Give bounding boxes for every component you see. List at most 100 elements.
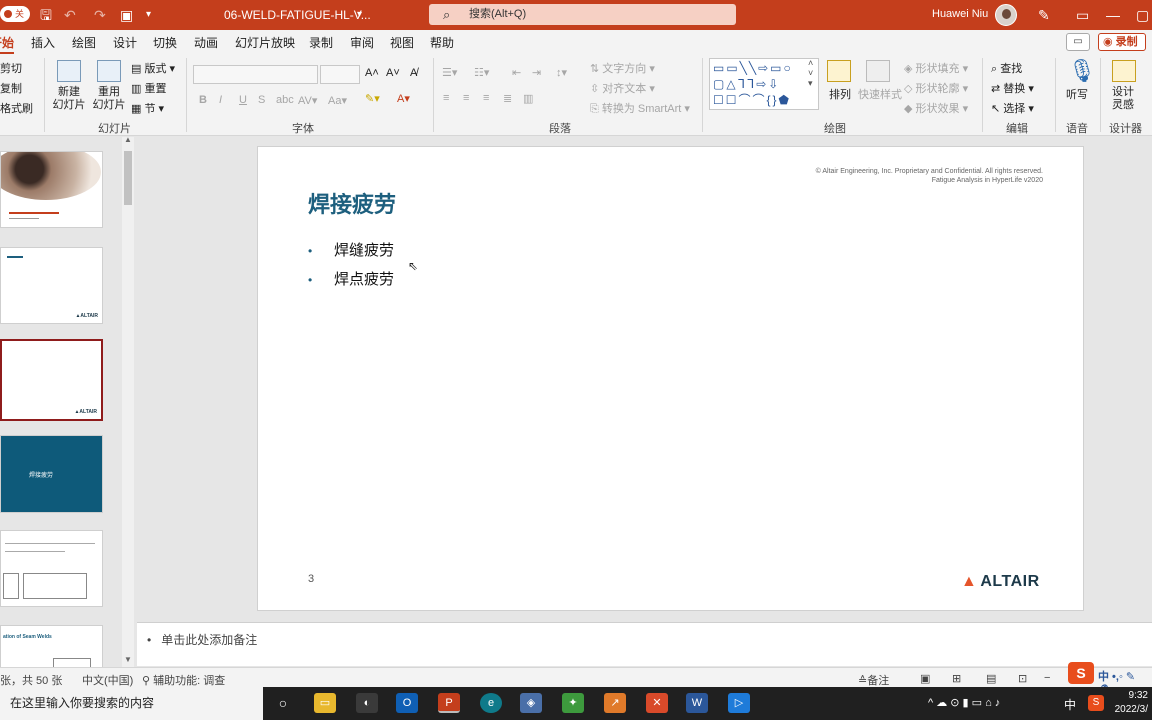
increase-indent-icon[interactable]: ⇥ bbox=[532, 66, 541, 79]
notes-toggle-button[interactable]: ≙备注 bbox=[858, 672, 889, 688]
taskbar-search-input[interactable]: 在这里输入你要搜索的内容 bbox=[0, 687, 263, 720]
increase-font-icon[interactable]: A˄ bbox=[365, 67, 379, 79]
edge-icon[interactable]: e bbox=[480, 693, 502, 713]
bullets-icon[interactable]: ☰▾ bbox=[442, 66, 457, 79]
columns-icon[interactable]: ▥ bbox=[523, 92, 533, 105]
arrange-button[interactable]: 排列 bbox=[829, 86, 851, 102]
reuse-slide-button[interactable]: 重用 幻灯片 bbox=[90, 86, 128, 112]
shadow-button[interactable]: S bbox=[258, 94, 265, 106]
tab-insert[interactable]: 插入 bbox=[31, 34, 55, 51]
slide-sorter-icon[interactable]: ⊞ bbox=[952, 672, 961, 685]
layout-button[interactable]: ▤ 版式 ▾ bbox=[131, 60, 175, 76]
task-view-icon[interactable]: ○ bbox=[272, 693, 294, 713]
tab-help[interactable]: 帮助 bbox=[430, 34, 454, 51]
select-button[interactable]: ↖ 选择 ▾ bbox=[991, 100, 1034, 116]
app-icon[interactable]: ✦ bbox=[562, 693, 584, 713]
record-button[interactable]: ◉ 录制 bbox=[1098, 33, 1146, 51]
minimize-icon[interactable]: — bbox=[1106, 7, 1120, 23]
text-direction-button[interactable]: ⇅ 文字方向 ▾ bbox=[590, 60, 655, 76]
outlook-icon[interactable]: O bbox=[396, 693, 418, 713]
slide-title[interactable]: 焊接疲劳 bbox=[308, 187, 396, 219]
present-from-start-icon[interactable]: ▣ bbox=[120, 7, 133, 23]
app-icon[interactable]: ↗ bbox=[604, 693, 626, 713]
scrollbar-thumb[interactable] bbox=[124, 151, 132, 205]
title-dropdown-icon[interactable]: ▾ bbox=[357, 7, 362, 23]
file-explorer-icon[interactable]: ▭ bbox=[314, 693, 336, 713]
user-name[interactable]: Huawei Niu bbox=[932, 8, 988, 20]
shape-outline-button[interactable]: ◇ 形状轮廓 ▾ bbox=[904, 80, 968, 96]
tab-home[interactable]: 开始 bbox=[0, 34, 15, 54]
ribbon-display-icon[interactable]: ▭ bbox=[1076, 7, 1089, 23]
thumbnail-slide-1[interactable] bbox=[0, 151, 103, 228]
word-icon[interactable]: W bbox=[686, 693, 708, 713]
normal-view-icon[interactable]: ▣ bbox=[920, 672, 930, 685]
shapes-gallery[interactable]: ▭▭╲╲⇨▭○ ▢△ᒣᒣ⇨⇩ ☐☐⌒⌒{}⬟ bbox=[709, 58, 819, 110]
thumbnail-slide-6[interactable]: ation of Seam Welds bbox=[0, 625, 103, 670]
bullet-item[interactable]: • 焊缝疲劳 bbox=[308, 239, 394, 260]
shape-fill-button[interactable]: ◈ 形状填充 ▾ bbox=[904, 60, 968, 76]
format-painter-button[interactable]: 格式刷 bbox=[0, 100, 33, 116]
powerpoint-icon[interactable]: P bbox=[438, 693, 460, 713]
align-text-button[interactable]: ⇳ 对齐文本 ▾ bbox=[590, 80, 655, 96]
decrease-indent-icon[interactable]: ⇤ bbox=[512, 66, 521, 79]
line-spacing-icon[interactable]: ↕▾ bbox=[556, 66, 567, 79]
autosave-toggle[interactable]: 关 bbox=[0, 6, 30, 22]
tab-draw[interactable]: 绘图 bbox=[72, 34, 96, 51]
system-tray[interactable]: ^ ☁ ⊙ ▮ ▭ ⌂ ♪ bbox=[928, 696, 1000, 709]
notes-placeholder[interactable]: • 单击此处添加备注 bbox=[147, 631, 257, 648]
gallery-scroll-icon[interactable]: ˄ ˅ ▾ bbox=[808, 58, 813, 89]
comments-button[interactable]: ▭ bbox=[1066, 33, 1090, 51]
thumbnail-slide-4[interactable]: 焊接疲劳 bbox=[0, 435, 103, 513]
font-color-icon[interactable]: A▾ bbox=[397, 92, 410, 105]
reading-view-icon[interactable]: ▤ bbox=[986, 672, 996, 685]
new-slide-icon[interactable] bbox=[57, 60, 81, 82]
clock[interactable]: 9:32 2022/3/ bbox=[1115, 689, 1148, 717]
reset-button[interactable]: ▥ 重置 bbox=[131, 80, 166, 96]
app-icon[interactable]: ◐ bbox=[356, 693, 378, 713]
undo-icon[interactable]: ↶ bbox=[64, 7, 76, 23]
reuse-slide-icon[interactable] bbox=[97, 60, 121, 82]
align-left-icon[interactable]: ≡ bbox=[443, 92, 449, 104]
pen-icon[interactable]: ✎ bbox=[1038, 7, 1050, 23]
tab-record[interactable]: 录制 bbox=[309, 34, 333, 51]
tab-transitions[interactable]: 切换 bbox=[153, 34, 177, 51]
save-icon[interactable]: 🖫 bbox=[40, 7, 52, 23]
accessibility-status[interactable]: ⚲ 辅助功能: 调查 bbox=[142, 672, 225, 688]
thumbnail-slide-3-selected[interactable]: ▲ALTAIR bbox=[0, 339, 103, 421]
align-right-icon[interactable]: ≡ bbox=[483, 92, 489, 104]
tab-animations[interactable]: 动画 bbox=[194, 34, 218, 51]
thumbnail-slide-5[interactable] bbox=[0, 530, 103, 607]
thumbnail-scrollbar[interactable]: ▲ ▼ bbox=[122, 135, 134, 667]
underline-button[interactable]: U bbox=[239, 94, 247, 106]
dictate-button[interactable]: 听写 bbox=[1066, 86, 1088, 102]
sogou-ime-icon[interactable]: S bbox=[1068, 662, 1094, 684]
cut-button[interactable]: 剪切 bbox=[0, 60, 22, 76]
tab-view[interactable]: 视图 bbox=[390, 34, 414, 51]
justify-icon[interactable]: ≣ bbox=[503, 92, 512, 105]
customize-toolbar-icon[interactable]: ▾ bbox=[146, 7, 151, 23]
quick-styles-button[interactable]: 快速样式 bbox=[858, 86, 902, 102]
thumbnail-slide-2[interactable]: ▲ALTAIR bbox=[0, 247, 103, 324]
notes-pane[interactable]: • 单击此处添加备注 bbox=[137, 622, 1152, 666]
slide-canvas[interactable]: © Altair Engineering, Inc. Proprietary a… bbox=[257, 146, 1084, 611]
decrease-font-icon[interactable]: A˅ bbox=[386, 67, 400, 79]
replace-button[interactable]: ⇄ 替换 ▾ bbox=[991, 80, 1034, 96]
clear-format-icon[interactable]: A̸ bbox=[410, 67, 417, 79]
app-icon[interactable]: ◈ bbox=[520, 693, 542, 713]
slideshow-view-icon[interactable]: ⊡ bbox=[1018, 672, 1027, 685]
zoom-out-icon[interactable]: − bbox=[1044, 672, 1050, 684]
scroll-up-icon[interactable]: ▲ bbox=[124, 135, 132, 144]
tab-slideshow[interactable]: 幻灯片放映 bbox=[235, 34, 295, 51]
bullet-item[interactable]: • 焊点疲劳 bbox=[308, 268, 394, 289]
quick-styles-icon[interactable] bbox=[866, 60, 890, 82]
tab-review[interactable]: 审阅 bbox=[350, 34, 374, 51]
arrange-icon[interactable] bbox=[827, 60, 851, 82]
char-spacing-icon[interactable]: AV▾ bbox=[298, 94, 317, 107]
microphone-icon[interactable]: 🎙 bbox=[1068, 58, 1096, 84]
search-box[interactable]: ⌕ 搜索(Alt+Q) bbox=[429, 4, 736, 25]
ime-indicator[interactable]: 中 bbox=[1064, 696, 1076, 713]
language-indicator[interactable]: 中文(中国) bbox=[82, 672, 133, 688]
copy-button[interactable]: 复制 bbox=[0, 80, 22, 96]
app-icon[interactable]: ▷ bbox=[728, 693, 750, 713]
numbering-icon[interactable]: ☷▾ bbox=[474, 66, 489, 79]
